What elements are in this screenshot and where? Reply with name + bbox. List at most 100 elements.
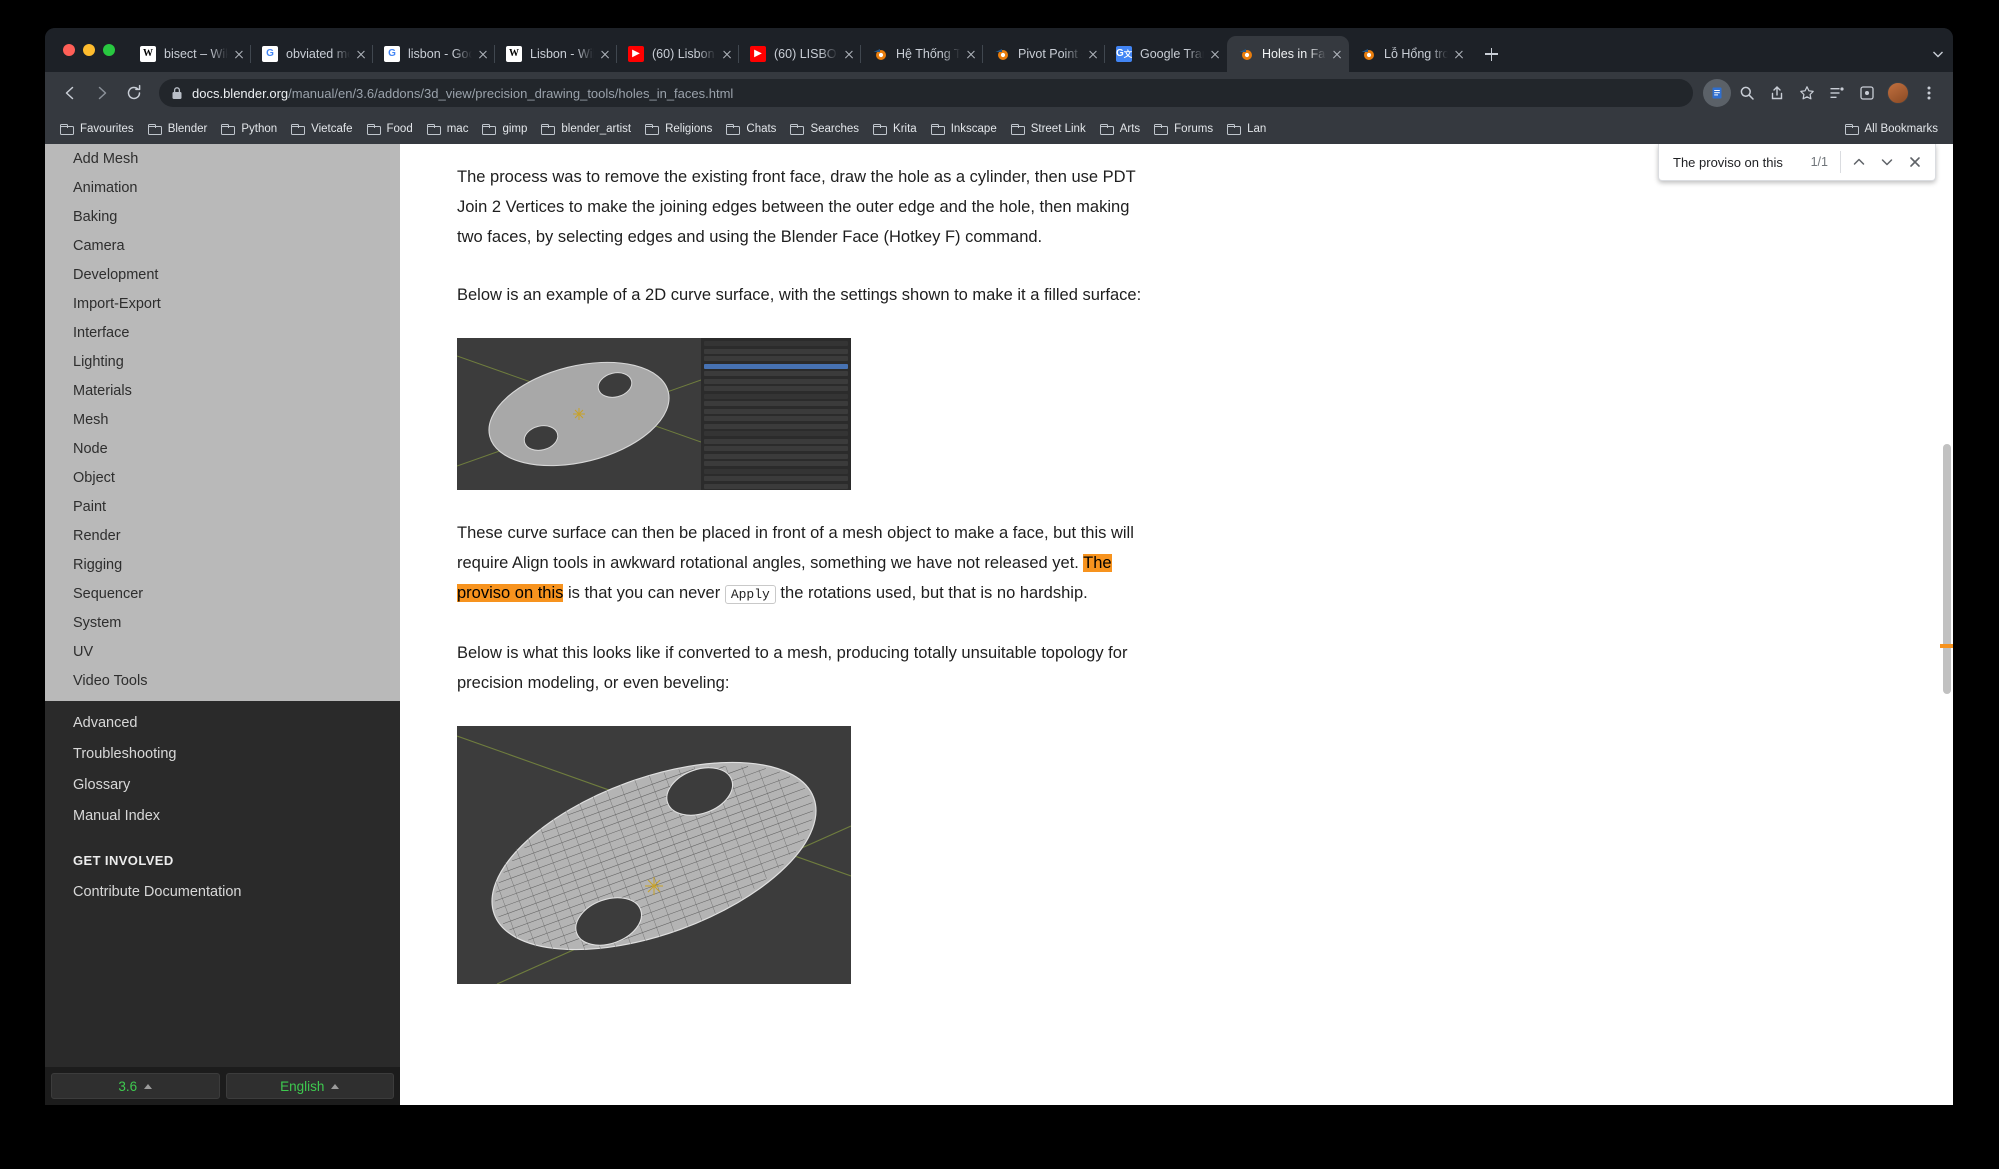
bookmark-favourites[interactable]: Favourites — [53, 121, 141, 137]
tab-close-icon[interactable] — [231, 46, 247, 62]
blender-icon — [872, 46, 888, 62]
sidebar-item-import-export[interactable]: Import-Export — [45, 289, 400, 318]
sidebar-item-paint[interactable]: Paint — [45, 492, 400, 521]
tab-lisbon-everything-youtube[interactable]: ▶ (60) LISBON: Everything — [738, 36, 861, 72]
bookmark-label: blender_artist — [561, 123, 632, 135]
figure-curve-surface — [457, 338, 851, 490]
sidebar-item-manual-index[interactable]: Manual Index — [45, 800, 400, 831]
sidebar-item-sequencer[interactable]: Sequencer — [45, 579, 400, 608]
find-next-button[interactable] — [1873, 148, 1901, 176]
tab-close-icon[interactable] — [475, 46, 491, 62]
bookmark-forums[interactable]: Forums — [1147, 121, 1220, 137]
language-selector[interactable]: English — [225, 1073, 394, 1099]
tab-close-icon[interactable] — [1329, 46, 1345, 62]
bookmark-religions[interactable]: Religions — [638, 121, 719, 137]
all-bookmarks-button[interactable]: All Bookmarks — [1838, 121, 1946, 137]
avatar[interactable] — [1887, 82, 1909, 104]
folder-icon — [426, 123, 441, 135]
sidebar-item-baking[interactable]: Baking — [45, 202, 400, 231]
version-selector[interactable]: 3.6 — [51, 1073, 220, 1099]
sidebar-item-interface[interactable]: Interface — [45, 318, 400, 347]
tab-obviated-meaning[interactable]: G obviated meaning — [250, 36, 373, 72]
bookmark-python[interactable]: Python — [214, 121, 284, 137]
page-docs-icon[interactable] — [1703, 79, 1731, 107]
sidebar-item-video-tools[interactable]: Video Tools — [45, 666, 400, 695]
tab-lisbon-youtube[interactable]: ▶ (60) Lisbon - YouTube — [616, 36, 739, 72]
tab-holes-in-faces[interactable]: Holes in Faces - — [1227, 36, 1349, 72]
sidebar-item-troubleshooting[interactable]: Troubleshooting — [45, 738, 400, 769]
bookmark-star-icon[interactable] — [1793, 79, 1821, 107]
bookmark-street-link[interactable]: Street Link — [1004, 121, 1093, 137]
sidebar-item-rigging[interactable]: Rigging — [45, 550, 400, 579]
reading-list-icon[interactable] — [1823, 79, 1851, 107]
search-icon[interactable] — [1733, 79, 1761, 107]
bookmark-inkscape[interactable]: Inkscape — [924, 121, 1004, 137]
bookmark-blender[interactable]: Blender — [141, 121, 215, 137]
sidebar-item-mesh[interactable]: Mesh — [45, 405, 400, 434]
arrow-left-icon — [65, 86, 74, 100]
bookmark-chats[interactable]: Chats — [719, 121, 783, 137]
tab-pivot-point-blender[interactable]: Pivot Point — Blender — [982, 36, 1105, 72]
tab-lisbon-google[interactable]: G lisbon - Google Search — [372, 36, 495, 72]
extensions-icon[interactable] — [1853, 79, 1881, 107]
tab-close-icon[interactable] — [719, 46, 735, 62]
sidebar-item-system[interactable]: System — [45, 608, 400, 637]
sidebar-item-glossary[interactable]: Glossary — [45, 769, 400, 800]
arrow-right-icon — [98, 86, 107, 100]
reload-button[interactable] — [119, 78, 149, 108]
article-body: The process was to remove the existing f… — [400, 144, 1300, 984]
google-icon: G — [262, 46, 278, 62]
tab-search-button[interactable] — [1923, 36, 1953, 72]
scrollbar-thumb[interactable] — [1943, 444, 1951, 694]
tab-close-icon[interactable] — [1451, 46, 1467, 62]
sidebar-item-uv[interactable]: UV — [45, 637, 400, 666]
tab-close-icon[interactable] — [841, 46, 857, 62]
find-previous-button[interactable] — [1845, 148, 1873, 176]
sidebar-item-object[interactable]: Object — [45, 463, 400, 492]
bookmark-blender-artist[interactable]: blender_artist — [534, 121, 638, 137]
address-bar[interactable]: docs.blender.org/manual/en/3.6/addons/3d… — [159, 79, 1693, 107]
new-tab-button[interactable] — [1477, 40, 1505, 68]
bookmark-searches[interactable]: Searches — [783, 121, 866, 137]
sidebar-item-render[interactable]: Render — [45, 521, 400, 550]
bookmark-lan[interactable]: Lan — [1220, 121, 1273, 137]
sidebar-item-materials[interactable]: Materials — [45, 376, 400, 405]
bookmark-gimp[interactable]: gimp — [475, 121, 534, 137]
tab-close-icon[interactable] — [353, 46, 369, 62]
sidebar-item-lighting[interactable]: Lighting — [45, 347, 400, 376]
tab-lisbon-wikipedia[interactable]: W Lisbon - Wikipedia — [494, 36, 617, 72]
sidebar-item-development[interactable]: Development — [45, 260, 400, 289]
tab-lo-hong-trong-cac[interactable]: Lỗ Hổng trong Các — [1349, 36, 1471, 72]
bookmark-vietcafe[interactable]: Vietcafe — [284, 121, 359, 137]
sidebar-item-camera[interactable]: Camera — [45, 231, 400, 260]
tab-close-icon[interactable] — [597, 46, 613, 62]
chrome-menu-icon[interactable] — [1915, 79, 1943, 107]
zoom-window-button[interactable] — [103, 44, 115, 56]
folder-icon — [726, 123, 741, 135]
close-window-button[interactable] — [63, 44, 75, 56]
find-close-button[interactable] — [1901, 148, 1929, 176]
find-input[interactable]: The proviso on this — [1673, 155, 1811, 170]
sidebar-item-contribute-documentation[interactable]: Contribute Documentation — [45, 876, 400, 907]
tab-close-icon[interactable] — [963, 46, 979, 62]
tab-he-thong-tro-giup[interactable]: Hệ Thống Trợ Giúp — [860, 36, 983, 72]
folder-icon — [1227, 123, 1242, 135]
sidebar-item-add-mesh[interactable]: Add Mesh — [45, 144, 400, 173]
minimize-window-button[interactable] — [83, 44, 95, 56]
sidebar-item-node[interactable]: Node — [45, 434, 400, 463]
share-icon[interactable] — [1763, 79, 1791, 107]
forward-button[interactable] — [87, 78, 117, 108]
back-button[interactable] — [55, 78, 85, 108]
bookmark-krita[interactable]: Krita — [866, 121, 924, 137]
sidebar-item-animation[interactable]: Animation — [45, 173, 400, 202]
tab-title: (60) Lisbon - YouTube — [652, 47, 716, 61]
bookmark-arts[interactable]: Arts — [1093, 121, 1147, 137]
bookmark-food[interactable]: Food — [360, 121, 420, 137]
sidebar-item-advanced[interactable]: Advanced — [45, 707, 400, 738]
tab-close-icon[interactable] — [1207, 46, 1223, 62]
tab-google-translate[interactable]: G文 Google Translate — [1104, 36, 1227, 72]
page-scrollbar[interactable] — [1940, 144, 1953, 1105]
tab-bisect-wiktionary[interactable]: W bisect – Wiktionary — [129, 36, 251, 72]
tab-close-icon[interactable] — [1085, 46, 1101, 62]
bookmark-mac[interactable]: mac — [420, 121, 476, 137]
